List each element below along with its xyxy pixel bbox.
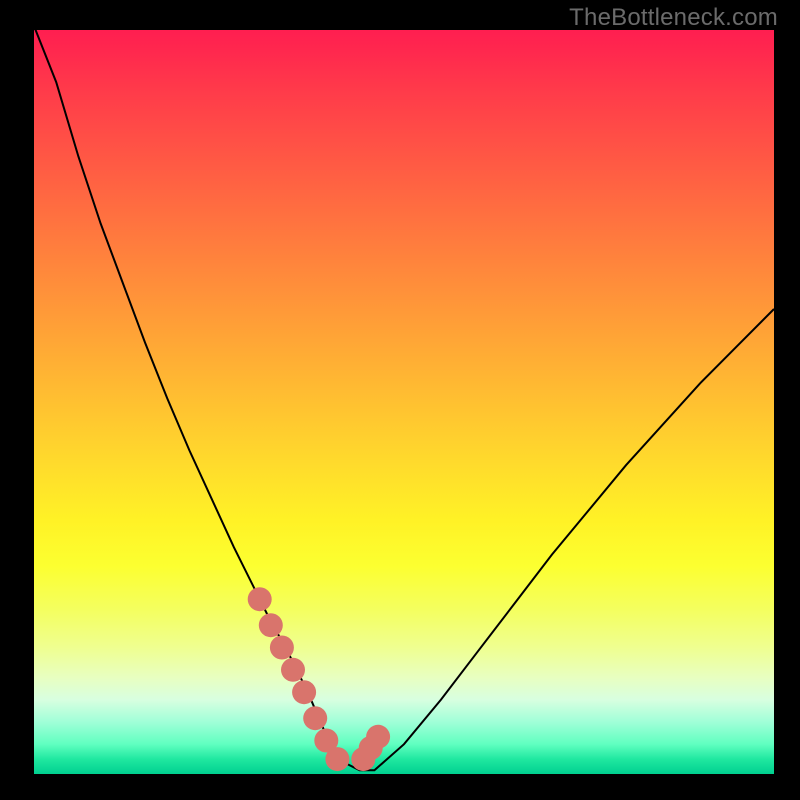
highlight-marker <box>303 706 327 730</box>
bottleneck-curve-path <box>34 26 774 770</box>
highlight-marker <box>325 747 349 771</box>
highlight-marker <box>281 658 305 682</box>
highlight-marker <box>270 636 294 660</box>
highlight-marker <box>248 587 272 611</box>
highlight-marker <box>366 725 390 749</box>
chart-frame: TheBottleneck.com <box>0 0 800 800</box>
highlight-marker <box>259 613 283 637</box>
chart-overlay-svg <box>0 0 800 800</box>
watermark-text: TheBottleneck.com <box>569 4 778 32</box>
marker-layer <box>248 587 390 771</box>
curve-layer <box>34 26 774 770</box>
highlight-marker <box>292 680 316 704</box>
